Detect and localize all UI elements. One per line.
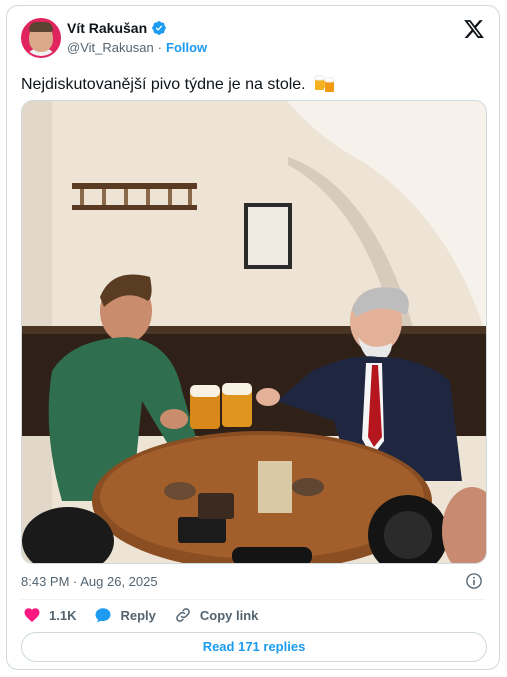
tweet-card: Vít Rakušan @Vit_Rakusan · Follow Nejdis… bbox=[6, 5, 500, 670]
beer-mugs-emoji bbox=[314, 75, 335, 92]
x-logo-icon[interactable] bbox=[463, 18, 485, 40]
reply-icon bbox=[95, 608, 111, 623]
author-name[interactable]: Vít Rakušan bbox=[67, 20, 147, 36]
like-button[interactable]: 1.1K bbox=[23, 606, 76, 624]
author-name-row[interactable]: Vít Rakušan bbox=[67, 20, 167, 36]
tweet-photo[interactable] bbox=[21, 100, 487, 564]
tweet-timestamp[interactable]: 8:43 PM · Aug 26, 2025 bbox=[21, 574, 158, 589]
copy-link-button[interactable]: Copy link bbox=[174, 606, 259, 624]
author-handle[interactable]: @Vit_Rakusan bbox=[67, 40, 154, 55]
tweet-text: Nejdiskutovanější pivo týdne je na stole… bbox=[21, 73, 336, 96]
like-count: 1.1K bbox=[49, 607, 77, 623]
heart-icon bbox=[24, 608, 40, 623]
reply-label: Reply bbox=[120, 607, 156, 623]
avatar[interactable] bbox=[21, 18, 61, 58]
tweet-body: Nejdiskutovanější pivo týdne je na stole… bbox=[21, 76, 306, 93]
copy-link-label: Copy link bbox=[199, 607, 259, 623]
verified-badge-icon bbox=[152, 21, 166, 35]
reply-button[interactable]: Reply bbox=[94, 606, 156, 624]
photo-scene bbox=[22, 101, 486, 563]
separator-dot: · bbox=[157, 40, 163, 55]
link-icon bbox=[176, 608, 190, 622]
read-replies-button[interactable]: Read 171 replies bbox=[21, 632, 487, 662]
author-handle-row: @Vit_Rakusan · Follow bbox=[67, 40, 207, 55]
action-bar: 1.1K Reply Copy link bbox=[23, 606, 258, 624]
info-icon[interactable] bbox=[465, 572, 483, 590]
follow-button[interactable]: Follow bbox=[166, 40, 207, 55]
divider bbox=[21, 599, 485, 600]
